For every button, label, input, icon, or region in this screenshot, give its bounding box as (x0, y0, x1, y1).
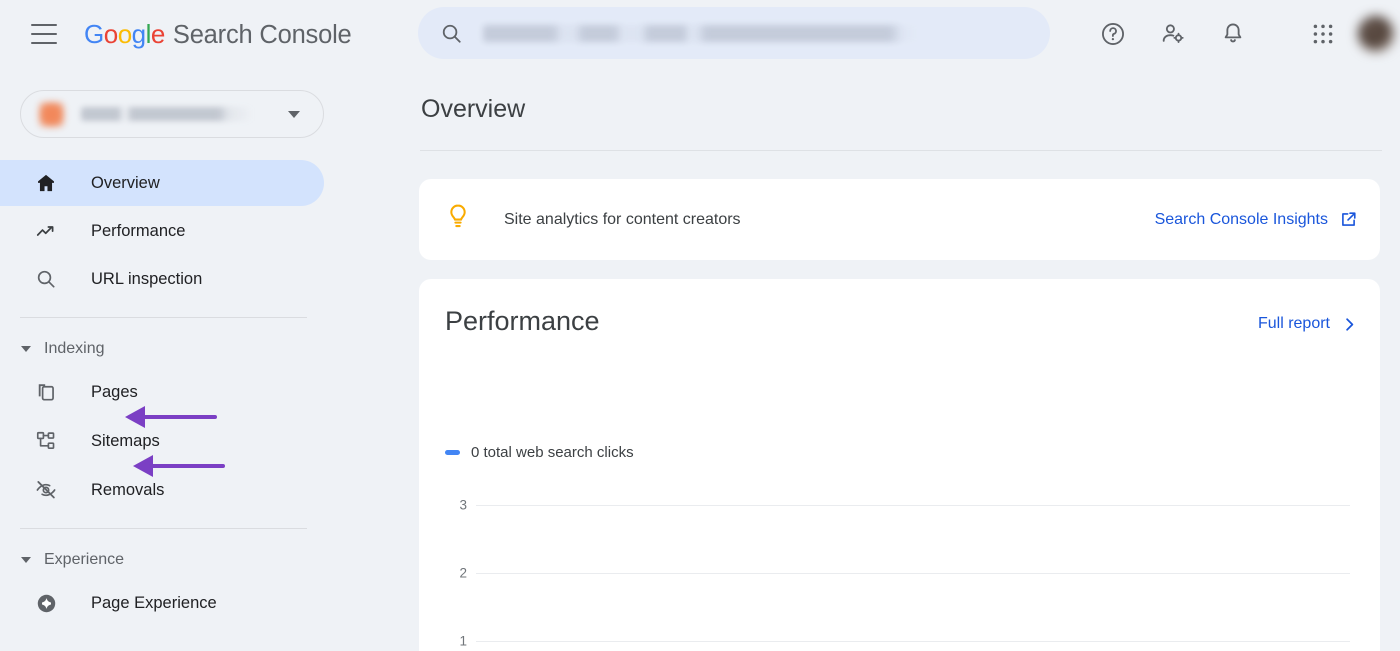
main-content: Overview Site analytics for content crea… (415, 68, 1400, 651)
chevron-down-icon (21, 557, 31, 563)
property-favicon (39, 101, 64, 127)
sidebar-item-url-inspection[interactable]: URL inspection (0, 256, 324, 302)
sitemap-tree-icon (33, 428, 59, 454)
sidebar-item-removals[interactable]: Removals (0, 467, 324, 513)
top-app-bar: Google Search Console (0, 0, 1400, 68)
insights-banner-card: Site analytics for content creators Sear… (419, 179, 1380, 260)
sidebar-item-sitemaps[interactable]: Sitemaps (0, 418, 324, 464)
lightbulb-icon (445, 203, 471, 236)
eye-off-icon (33, 477, 59, 503)
external-link-icon (1342, 212, 1356, 226)
google-wordmark: Google (84, 18, 165, 49)
user-avatar[interactable] (1358, 16, 1394, 52)
top-bar-actions (1090, 0, 1400, 68)
sidebar-item-label: Sitemaps (91, 431, 160, 450)
sidebar-item-label: Removals (91, 480, 165, 499)
search-icon (33, 266, 59, 292)
full-report-link[interactable]: Full report (1258, 315, 1358, 333)
sidebar-divider (20, 317, 307, 318)
hamburger-line (31, 32, 57, 36)
notifications-bell-icon[interactable] (1210, 11, 1256, 57)
sidebar-item-overview[interactable]: Overview (0, 160, 324, 206)
sidebar-navigation: Overview Performance URL inspection Inde… (0, 68, 415, 651)
sidebar-group-indexing[interactable]: Indexing (0, 332, 324, 366)
title-divider (420, 150, 1382, 151)
sidebar-item-performance[interactable]: Performance (0, 208, 324, 254)
sidebar-group-label: Indexing (44, 340, 105, 357)
search-placeholder-redacted (483, 24, 920, 42)
sidebar-menu: Overview Performance URL inspection Inde… (0, 160, 415, 626)
y-axis-tick: 1 (459, 633, 467, 649)
trending-up-icon (33, 218, 59, 244)
account-settings-icon[interactable] (1150, 11, 1196, 57)
hamburger-line (31, 24, 57, 27)
sidebar-item-label: Pages (91, 382, 138, 401)
search-console-page: Google Search Console Overview Performan… (0, 0, 1400, 651)
brand-logo[interactable]: Google Search Console (84, 19, 352, 50)
page-title: Overview (421, 95, 526, 123)
property-url-redacted (81, 107, 253, 121)
chart-legend-clicks[interactable]: 0 total web search clicks (445, 444, 634, 461)
sidebar-item-label: URL inspection (91, 269, 203, 288)
legend-color-swatch (445, 450, 460, 455)
sidebar-item-label: Performance (91, 221, 186, 240)
insights-link-label: Search Console Insights (1154, 210, 1328, 228)
sidebar-group-label: Experience (44, 551, 125, 568)
page-experience-icon (33, 590, 59, 616)
search-console-insights-link[interactable]: Search Console Insights (1155, 210, 1358, 229)
search-input[interactable] (418, 7, 1050, 59)
home-icon (33, 170, 59, 196)
performance-chart: 3 2 1 0 (419, 479, 1380, 651)
hamburger-line (31, 41, 57, 44)
sidebar-group-experience[interactable]: Experience (0, 543, 324, 577)
sidebar-item-pages[interactable]: Pages (0, 369, 324, 415)
sidebar-divider (20, 528, 307, 529)
sidebar-item-label: Page Experience (91, 593, 217, 612)
performance-card: Performance Full report 0 total web sear… (419, 279, 1380, 651)
sidebar-item-label: Overview (91, 173, 160, 192)
hamburger-menu-icon[interactable] (31, 24, 57, 44)
pages-copy-icon (33, 379, 59, 405)
search-icon (442, 24, 461, 43)
chevron-down-icon (21, 346, 31, 352)
y-axis-tick: 3 (459, 497, 467, 513)
sidebar-item-page-experience[interactable]: Page Experience (0, 580, 324, 626)
chevron-down-icon (288, 110, 300, 118)
help-icon[interactable] (1090, 11, 1136, 57)
apps-grid-icon[interactable] (1300, 11, 1346, 57)
insights-description: Site analytics for content creators (504, 210, 741, 228)
performance-title: Performance (445, 306, 600, 336)
chevron-right-icon (1346, 317, 1354, 331)
gridline (476, 573, 1350, 574)
full-report-label: Full report (1257, 315, 1330, 332)
property-selector[interactable] (20, 90, 324, 138)
y-axis-tick: 2 (459, 565, 467, 581)
gridline (476, 505, 1350, 506)
gridline (476, 641, 1350, 642)
legend-label: 0 total web search clicks (471, 444, 634, 461)
product-name: Search Console (172, 20, 352, 49)
